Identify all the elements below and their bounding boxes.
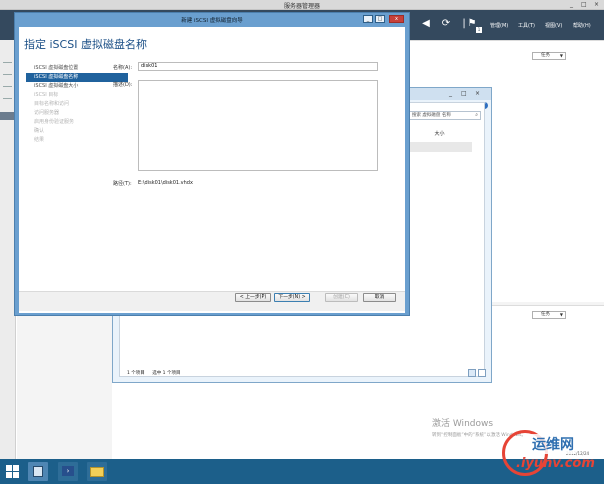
- nav-item[interactable]: [3, 86, 12, 87]
- wizard-step: iSCSI 目标: [26, 91, 128, 100]
- windows-logo-icon: [6, 472, 12, 478]
- wizard-minimize-button[interactable]: _: [363, 15, 373, 23]
- previous-button[interactable]: < 上一步(P): [235, 293, 271, 302]
- server-manager-title: 服务器管理器: [283, 3, 320, 10]
- taskbar-server-manager-icon[interactable]: [28, 462, 48, 481]
- search-icon[interactable]: ⌕: [475, 112, 478, 119]
- sm-close-button[interactable]: ×: [594, 1, 599, 8]
- watermark-url: .iyunv.com: [516, 456, 595, 471]
- next-button[interactable]: 下一步(N) >: [274, 293, 310, 302]
- wizard-step-label: 结果: [34, 137, 45, 143]
- menu-view[interactable]: 视图(V): [545, 22, 562, 29]
- wizard-step-label: iSCSI 虚拟磁盘名称: [34, 74, 79, 80]
- description-textarea[interactable]: [138, 80, 378, 171]
- status-selected-count: 选中 1 个项目: [152, 371, 181, 376]
- name-label: 名称(A):: [113, 65, 133, 71]
- path-label: 路径(T):: [113, 181, 132, 187]
- status-item-count: 1 个项目: [127, 371, 145, 376]
- mid-maximize-button[interactable]: □: [461, 90, 467, 97]
- cancel-button[interactable]: 取消: [363, 293, 396, 302]
- chevron-down-icon: ▼: [559, 312, 563, 317]
- path-value: E:\disk01\disk01.vhdx: [138, 180, 193, 186]
- wizard-step: 启用身份验证服务: [26, 118, 128, 127]
- wizard-step-label: 启用身份验证服务: [34, 119, 75, 125]
- wizard-step: 结果: [26, 136, 128, 145]
- wizard-step-label: 确认: [34, 128, 45, 134]
- server-manager-titlebar: 服务器管理器 _ □ ×: [0, 0, 604, 10]
- taskbar-powershell-icon[interactable]: ›: [58, 462, 78, 481]
- menu-manage[interactable]: 管理(M): [490, 22, 508, 29]
- chevron-down-icon: ▼: [559, 53, 563, 58]
- wizard-step-list: iSCSI 虚拟磁盘位置 iSCSI 虚拟磁盘名称 iSCSI 虚拟磁盘大小 i…: [26, 64, 128, 145]
- refresh-icon[interactable]: ⟳: [440, 18, 452, 30]
- search-placeholder: 搜索 虚拟磁盘 名称: [412, 113, 451, 118]
- tasks-label: 任务: [541, 53, 550, 58]
- wizard-close-button[interactable]: x: [389, 15, 404, 23]
- wizard-title: 新建 iSCSI 虚拟磁盘向导: [181, 18, 243, 24]
- column-header-size[interactable]: 大小: [407, 129, 472, 139]
- sm-minimize-button[interactable]: _: [570, 1, 573, 8]
- windows-logo-icon: [13, 472, 19, 478]
- mid-minimize-button[interactable]: _: [449, 90, 452, 97]
- mid-close-button[interactable]: ×: [475, 90, 480, 97]
- watermark-name: 运维网: [530, 434, 576, 454]
- wizard-step-label: iSCSI 虚拟磁盘大小: [34, 83, 79, 89]
- nav-item[interactable]: [3, 62, 12, 63]
- tasks-dropdown[interactable]: 任务 ▼: [532, 52, 566, 60]
- windows-logo-icon: [13, 465, 19, 471]
- windows-logo-icon: [6, 465, 12, 471]
- wizard-step-label: 访问服务器: [34, 110, 60, 116]
- menu-tools[interactable]: 工具(T): [518, 22, 535, 29]
- create-button: 创建(C): [325, 293, 358, 302]
- tiles-view-icon[interactable]: [478, 369, 486, 377]
- site-watermark: 运维网 .iyunv.com: [502, 430, 600, 478]
- start-button[interactable]: [6, 465, 19, 478]
- wizard-step: 目标名称和访问: [26, 100, 128, 109]
- tasks-dropdown-lower[interactable]: 任务 ▼: [532, 311, 566, 319]
- wizard-step: 访问服务器: [26, 109, 128, 118]
- wizard-titlebar: 新建 iSCSI 虚拟磁盘向导 _ □ x: [15, 13, 409, 27]
- nav-item[interactable]: [3, 74, 12, 75]
- wizard-step: 确认: [26, 127, 128, 136]
- wizard-step-label: 目标名称和访问: [34, 101, 70, 107]
- wizard-maximize-button[interactable]: □: [375, 15, 385, 23]
- nav-item[interactable]: [3, 98, 12, 99]
- menu-help[interactable]: 帮助(H): [573, 22, 591, 29]
- activate-title: 激活 Windows: [432, 419, 494, 429]
- name-input[interactable]: disk01: [138, 62, 378, 71]
- taskbar-explorer-icon[interactable]: [87, 462, 107, 481]
- wizard-step-label: iSCSI 虚拟磁盘位置: [34, 65, 79, 71]
- description-label: 描述(D):: [113, 82, 133, 88]
- back-icon[interactable]: ◀: [420, 18, 432, 30]
- wizard-step-label: iSCSI 目标: [34, 92, 59, 98]
- status-bar: 1 个项目 选中 1 个项目: [127, 370, 186, 376]
- nav-item-selected[interactable]: [0, 112, 15, 120]
- table-row[interactable]: [407, 142, 472, 152]
- tasks-label: 任务: [541, 312, 550, 317]
- details-view-icon[interactable]: [468, 369, 476, 377]
- notification-count-badge: 1: [476, 27, 482, 33]
- sm-maximize-button[interactable]: □: [581, 1, 587, 8]
- search-input[interactable]: 搜索 虚拟磁盘 名称 ⌕: [407, 111, 481, 120]
- wizard-heading: 指定 iSCSI 虚拟磁盘名称: [24, 38, 147, 51]
